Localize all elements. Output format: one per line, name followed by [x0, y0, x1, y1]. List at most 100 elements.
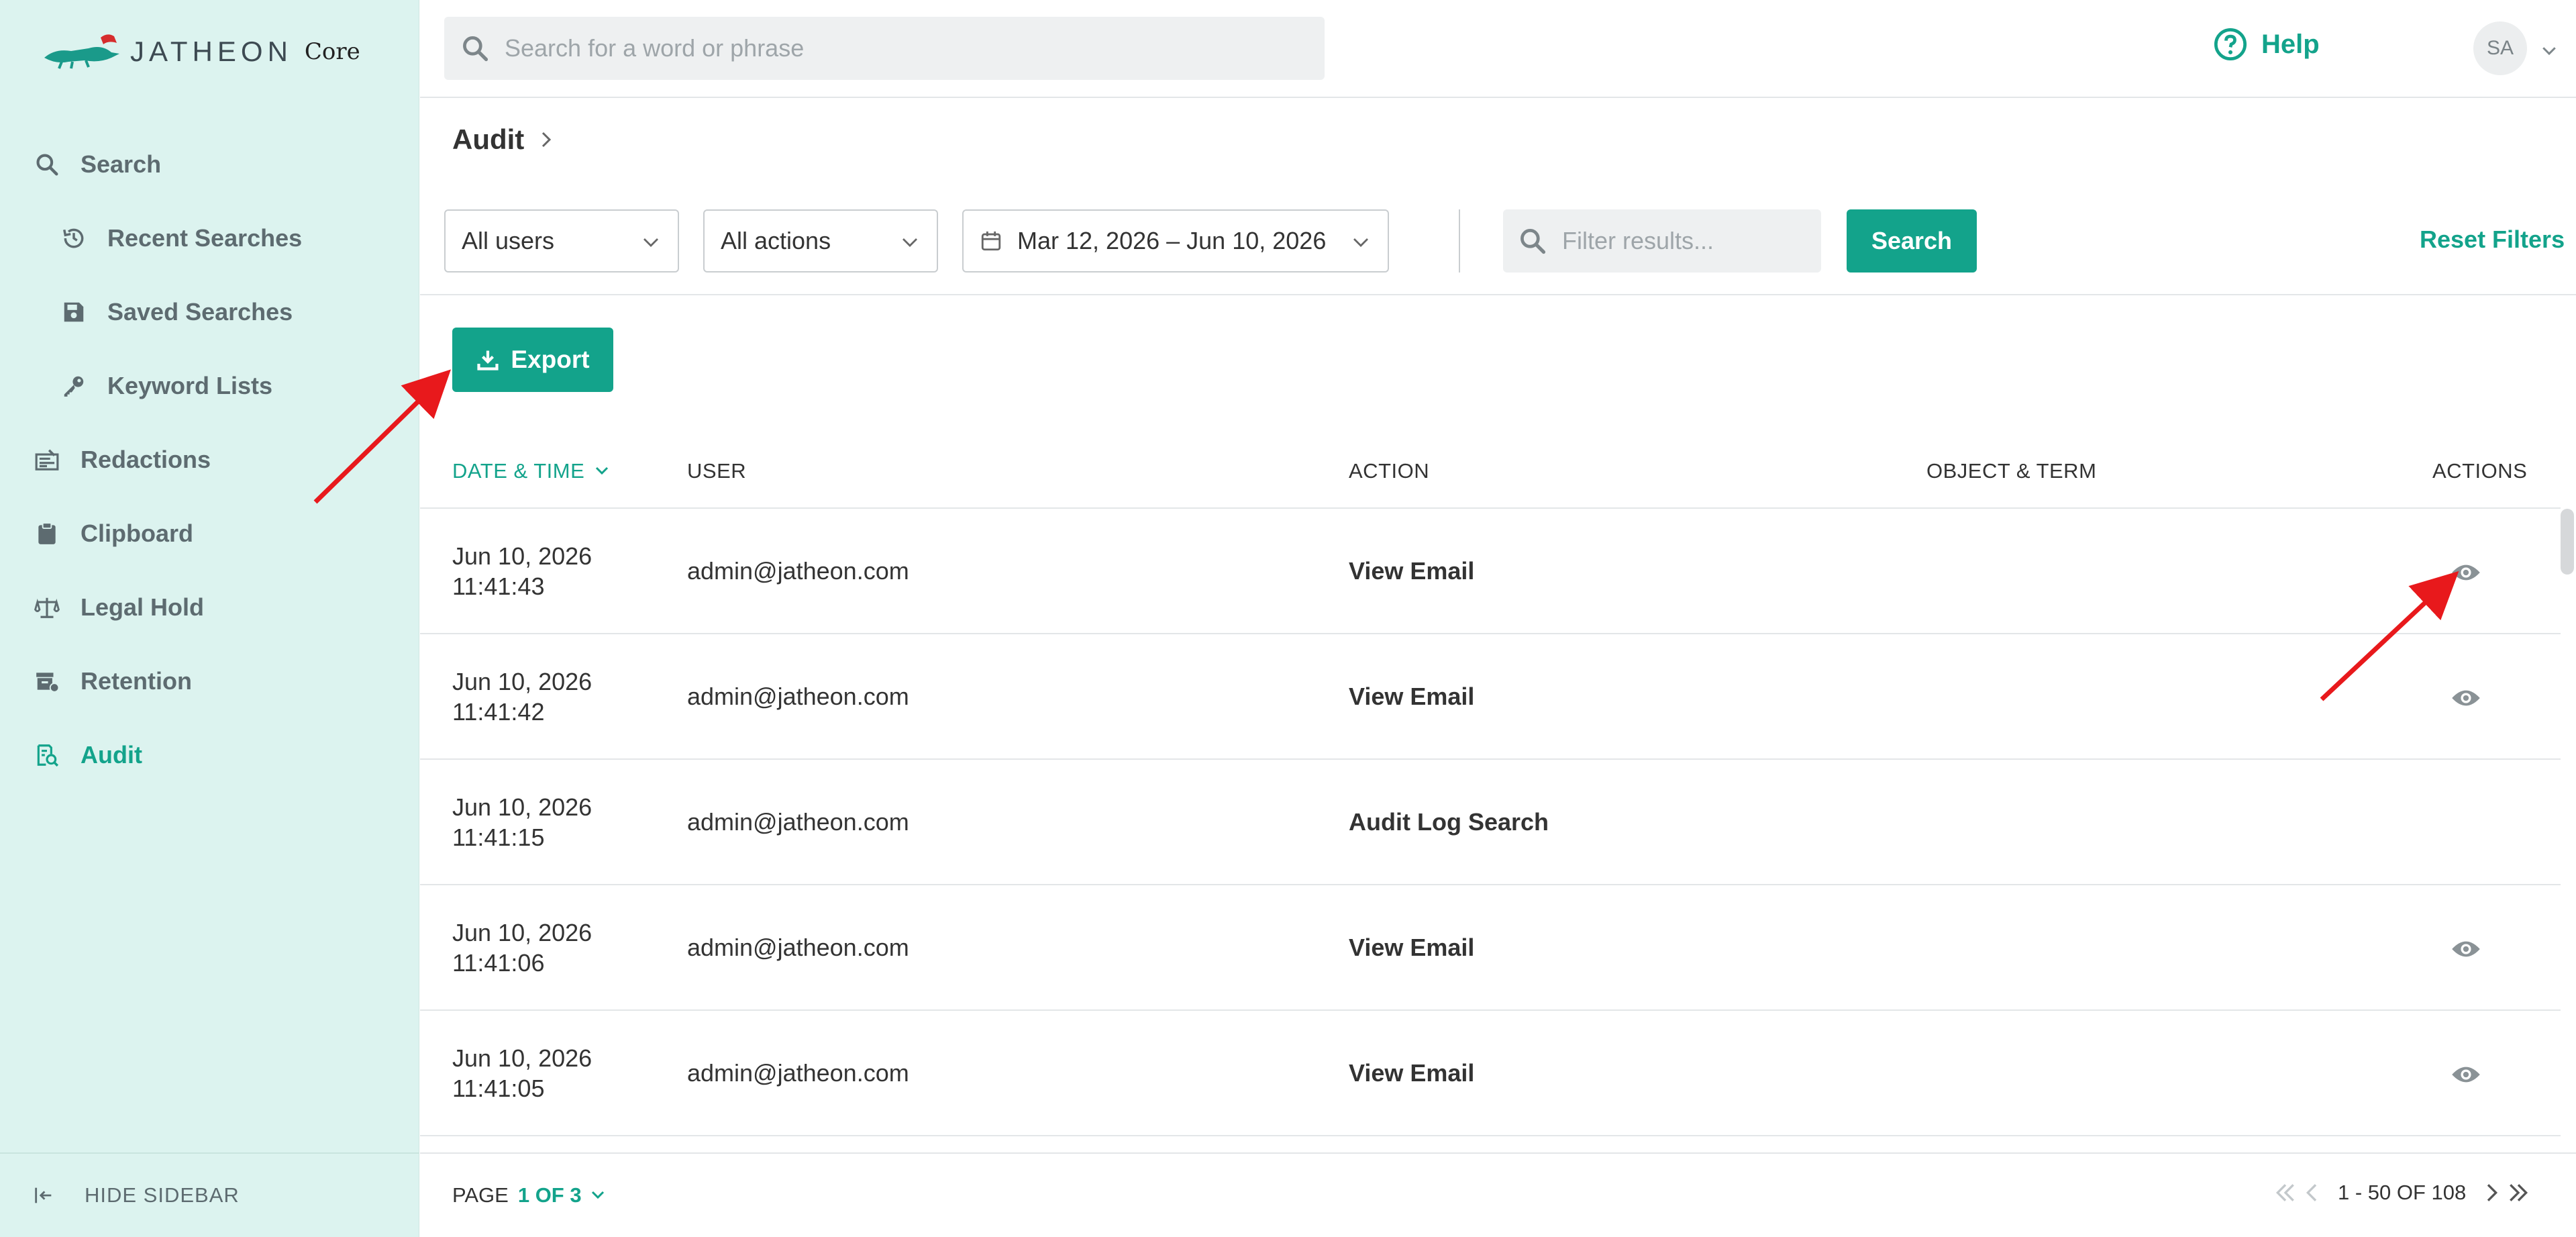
sort-desc-icon: [596, 466, 609, 475]
export-button[interactable]: Export: [452, 328, 613, 392]
sidebar-item-redactions[interactable]: Redactions: [0, 423, 419, 497]
search-icon: [32, 150, 62, 179]
action-cell: View Email: [1349, 1059, 1475, 1087]
logo-product-name: Core: [304, 38, 360, 65]
sidebar-item-saved-searches[interactable]: Saved Searches: [0, 275, 419, 349]
help-link[interactable]: Help: [2213, 27, 2320, 62]
user-cell: admin@jatheon.com: [687, 683, 909, 710]
column-header-user[interactable]: USER: [687, 459, 746, 483]
global-search-input[interactable]: [505, 34, 1296, 62]
breadcrumb: Audit: [452, 123, 556, 156]
key-icon: [59, 371, 89, 401]
page-title: Audit: [452, 123, 525, 155]
redaction-icon: [32, 445, 62, 475]
table-row[interactable]: Jun 10, 2026 11:41:15 admin@jatheon.com A…: [420, 760, 2561, 885]
view-eye-icon[interactable]: [2451, 938, 2481, 960]
jatheon-logo[interactable]: JATHEON Core: [42, 28, 360, 75]
alligator-logo-icon: [44, 34, 119, 69]
sidebar-item-keyword-lists[interactable]: Keyword Lists: [0, 349, 419, 423]
page-label: PAGE: [452, 1183, 509, 1207]
download-icon: [477, 350, 499, 370]
search-icon: [463, 36, 488, 62]
main-content: Audit All users All actions Mar 12, 2026…: [420, 99, 2576, 1152]
previous-page-icon[interactable]: [2299, 1179, 2326, 1206]
actions-filter-select[interactable]: All actions: [703, 209, 938, 273]
column-header-actions: ACTIONS: [2432, 459, 2528, 483]
hide-sidebar-label: HIDE SIDEBAR: [85, 1183, 240, 1207]
table-row[interactable]: Jun 10, 2026 11:41:43 admin@jatheon.com V…: [420, 509, 2561, 634]
user-cell: admin@jatheon.com: [687, 808, 909, 836]
logo-wordmark: JATHEON: [130, 36, 293, 67]
action-cell: View Email: [1349, 557, 1475, 585]
sidebar-item-search[interactable]: Search: [0, 128, 419, 201]
reset-filters-link[interactable]: Reset Filters: [2420, 226, 2565, 254]
table-header: DATE & TIME USER ACTION OBJECT & TERM AC…: [420, 431, 2561, 509]
user-avatar[interactable]: SA: [2473, 21, 2527, 75]
save-icon: [59, 297, 89, 327]
filter-results-box[interactable]: [1503, 209, 1821, 273]
filter-divider: [1459, 209, 1460, 273]
chevron-down-icon[interactable]: [2539, 40, 2559, 60]
date-range-value: Mar 12, 2026 – Jun 10, 2026: [1017, 227, 1327, 254]
clipboard-icon: [32, 519, 62, 548]
pager-controls: 1 - 50 OF 108: [2272, 1179, 2532, 1206]
page-selector[interactable]: PAGE 1 OF 3: [452, 1183, 607, 1207]
column-header-label: DATE & TIME: [452, 459, 585, 483]
sidebar-item-label: Audit: [81, 741, 142, 769]
datetime-cell: Jun 10, 2026 11:41:15: [452, 793, 593, 851]
sidebar-item-retention[interactable]: Retention: [0, 644, 419, 718]
help-label: Help: [2261, 29, 2320, 59]
table-scrollbar[interactable]: [2561, 509, 2574, 575]
action-cell: View Email: [1349, 683, 1475, 710]
column-header-action[interactable]: ACTION: [1349, 459, 1429, 483]
view-eye-icon[interactable]: [2451, 1063, 2481, 1086]
date-range-picker[interactable]: Mar 12, 2026 – Jun 10, 2026: [962, 209, 1389, 273]
sidebar-item-audit[interactable]: Audit: [0, 718, 419, 792]
column-header-object-term[interactable]: OBJECT & TERM: [1926, 459, 2096, 483]
pagination-bar: PAGE 1 OF 3 1 - 50 OF 108: [420, 1152, 2576, 1237]
sidebar-item-clipboard[interactable]: Clipboard: [0, 497, 419, 571]
users-filter-select[interactable]: All users: [444, 209, 679, 273]
view-eye-icon[interactable]: [2451, 561, 2481, 584]
datetime-cell: Jun 10, 2026 11:41:05: [452, 1044, 593, 1102]
sidebar-item-legal-hold[interactable]: Legal Hold: [0, 571, 419, 644]
users-filter-value: All users: [462, 227, 555, 254]
history-icon: [59, 224, 89, 253]
calendar-icon: [981, 231, 1001, 251]
global-search-box[interactable]: [444, 17, 1325, 80]
action-cell: View Email: [1349, 934, 1475, 961]
next-page-icon[interactable]: [2478, 1179, 2505, 1206]
sidebar: JATHEON Core Search Recent Searches Save…: [0, 0, 419, 1237]
sidebar-item-label: Legal Hold: [81, 593, 205, 621]
last-page-icon[interactable]: [2505, 1179, 2532, 1206]
filter-bar: All users All actions Mar 12, 2026 – Jun…: [444, 209, 2576, 273]
filter-results-input[interactable]: [1562, 227, 1817, 255]
export-label: Export: [511, 346, 590, 373]
table-row[interactable]: Jun 10, 2026 11:41:06 admin@jatheon.com V…: [420, 885, 2561, 1011]
results-range: 1 - 50 OF 108: [2338, 1181, 2467, 1204]
scale-icon: [32, 593, 62, 622]
sidebar-nav: Search Recent Searches Saved Searches Ke…: [0, 128, 419, 792]
help-icon: [2214, 28, 2247, 61]
sidebar-item-label: Redactions: [81, 446, 211, 473]
search-icon: [1521, 229, 1546, 254]
table-row[interactable]: Jun 10, 2026 11:41:05 admin@jatheon.com V…: [420, 1011, 2561, 1136]
divider: [420, 294, 2576, 295]
audit-icon: [32, 740, 62, 770]
first-page-icon[interactable]: [2272, 1179, 2299, 1206]
column-header-date-time[interactable]: DATE & TIME: [452, 459, 611, 483]
action-cell: Audit Log Search: [1349, 808, 1549, 836]
sidebar-item-label: Search: [81, 150, 162, 178]
datetime-cell: Jun 10, 2026 11:41:43: [452, 542, 593, 600]
chevron-right-icon: [542, 132, 552, 148]
sidebar-item-label: Clipboard: [81, 519, 193, 547]
view-eye-icon[interactable]: [2451, 687, 2481, 709]
sidebar-item-recent-searches[interactable]: Recent Searches: [0, 201, 419, 275]
search-button[interactable]: Search: [1847, 209, 1977, 273]
audit-table: DATE & TIME USER ACTION OBJECT & TERM AC…: [420, 431, 2561, 1136]
actions-filter-value: All actions: [721, 227, 831, 254]
top-bar: Help SA: [420, 0, 2576, 98]
chevron-down-icon: [1353, 238, 1368, 247]
table-row[interactable]: Jun 10, 2026 11:41:42 admin@jatheon.com V…: [420, 634, 2561, 760]
hide-sidebar-button[interactable]: HIDE SIDEBAR: [0, 1152, 419, 1237]
